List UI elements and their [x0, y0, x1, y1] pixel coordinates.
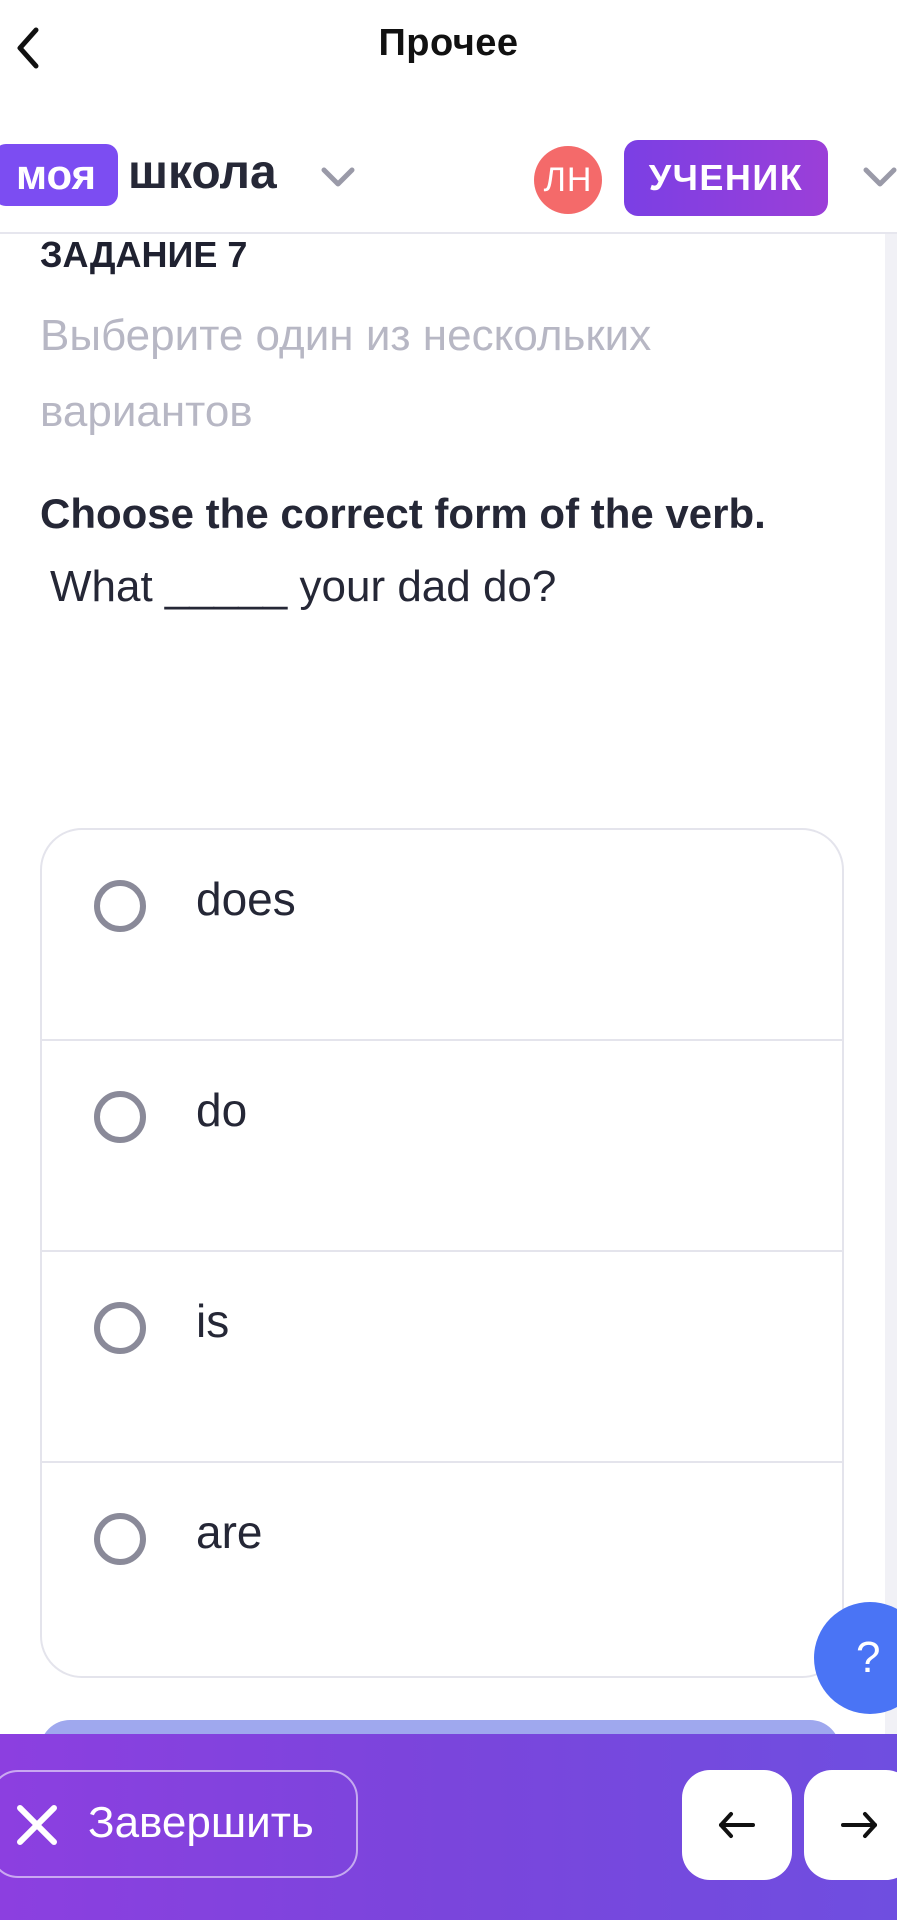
close-icon: [17, 1805, 57, 1845]
question-text: What _____ your dad do?: [50, 562, 557, 611]
radio-button-icon[interactable]: [94, 880, 146, 932]
next-task-button[interactable]: [804, 1770, 897, 1880]
top-navigation-bar: Прочее: [0, 0, 897, 96]
option-are[interactable]: are: [42, 1463, 842, 1674]
task-instruction: Выберите один из нескольких вариантов: [40, 311, 652, 436]
question-title: Choose the correct form of the verb.: [40, 490, 766, 537]
radio-button-icon[interactable]: [94, 1091, 146, 1143]
option-label: does: [196, 873, 296, 925]
app-header: моя школа ЛН УЧЕНИК: [0, 132, 897, 234]
option-do[interactable]: do: [42, 1041, 842, 1252]
previous-task-button[interactable]: [682, 1770, 792, 1880]
answer-options: does do is are: [40, 828, 844, 1678]
option-does[interactable]: does: [42, 830, 842, 1041]
option-label: is: [196, 1295, 230, 1347]
bottom-action-bar: Завершить: [0, 1734, 897, 1920]
logo-text[interactable]: школа: [128, 142, 277, 204]
chevron-down-icon[interactable]: [318, 162, 358, 192]
option-is[interactable]: is: [42, 1252, 842, 1463]
role-badge[interactable]: УЧЕНИК: [624, 140, 828, 216]
task-label: ЗАДАНИЕ 7: [40, 234, 248, 275]
radio-button-icon[interactable]: [94, 1513, 146, 1565]
avatar[interactable]: ЛН: [534, 146, 602, 214]
scrollbar-track[interactable]: [885, 234, 897, 1734]
finish-button[interactable]: Завершить: [0, 1770, 358, 1878]
option-label: are: [196, 1506, 263, 1558]
chevron-down-icon[interactable]: [860, 162, 897, 192]
radio-button-icon[interactable]: [94, 1302, 146, 1354]
arrow-right-icon: [841, 1812, 877, 1838]
arrow-left-icon: [719, 1812, 755, 1838]
page-title: Прочее: [378, 22, 519, 64]
option-label: do: [196, 1084, 248, 1136]
finish-label: Завершить: [88, 1798, 314, 1847]
logo-badge[interactable]: моя: [0, 144, 118, 206]
